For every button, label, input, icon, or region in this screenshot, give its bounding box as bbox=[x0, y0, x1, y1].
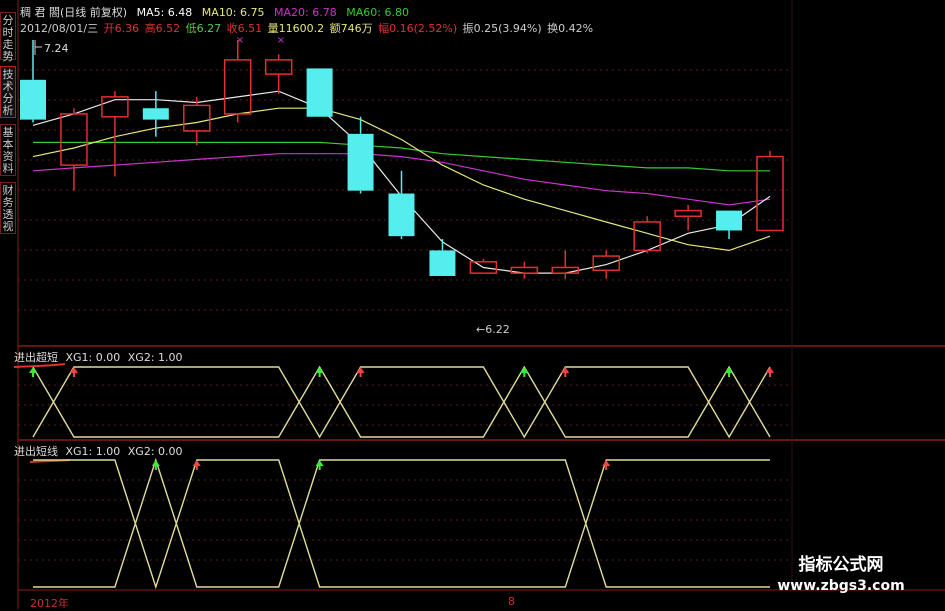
indicator1-sell-arrow-18 bbox=[766, 367, 774, 377]
indicator1-header: 进出超短 XG1: 0.00 XG2: 1.00 bbox=[14, 349, 183, 365]
candle-0 bbox=[20, 40, 46, 123]
candle-body-8 bbox=[347, 133, 374, 191]
logo-title: 指标公式网 bbox=[798, 555, 884, 575]
candle-body-9 bbox=[388, 193, 415, 237]
candle-18 bbox=[756, 150, 784, 232]
low-price-label: ←6.22 bbox=[476, 323, 510, 336]
indicator1-sell-arrow-8 bbox=[356, 367, 365, 377]
candle-11 bbox=[469, 258, 498, 274]
site-watermark-logo: 指标公式网 www.zbgs3.com bbox=[766, 550, 916, 606]
candle-7 bbox=[306, 68, 333, 117]
indicator2-lines bbox=[33, 457, 770, 590]
candle-body-17 bbox=[716, 210, 743, 231]
indicator1-buy-arrow-17 bbox=[725, 367, 734, 377]
candle-5 bbox=[223, 40, 252, 123]
candle-body-14 bbox=[592, 255, 620, 272]
indicator2-xg1-line bbox=[33, 457, 770, 588]
candle-17 bbox=[716, 210, 743, 240]
cross-mark-1: × bbox=[236, 35, 244, 46]
low-price-value: 6.22 bbox=[485, 323, 510, 336]
indicator1-sell-arrow-13 bbox=[561, 367, 570, 377]
indicator2-header: 进出短线 XG1: 1.00 XG2: 0.00 bbox=[14, 443, 183, 459]
indicator1-buy-arrow-12 bbox=[520, 367, 529, 377]
candle-8 bbox=[347, 116, 374, 194]
candle-body-13 bbox=[551, 266, 580, 274]
indicator1-lines bbox=[32, 365, 771, 439]
stock-chart-window: 分时走势 技术分析 基本资料 财务透视 稠 君 閤(日线 前复权) MA5: 6… bbox=[0, 0, 945, 610]
candle-body-4 bbox=[183, 104, 211, 132]
candle-16 bbox=[674, 204, 702, 231]
candle-body-3 bbox=[142, 108, 169, 120]
candle-body-5 bbox=[223, 59, 252, 115]
indicator2-xg2: XG2: 0.00 bbox=[127, 445, 183, 458]
indicator1-xg2-line bbox=[32, 366, 771, 439]
indicator1-title[interactable]: 进出超短 bbox=[14, 351, 58, 364]
candle-6 bbox=[264, 54, 293, 95]
indicator2-title[interactable]: 进出短线 bbox=[14, 445, 58, 458]
candle-12 bbox=[510, 261, 539, 279]
candle-body-16 bbox=[674, 209, 702, 218]
candle-body-7 bbox=[306, 68, 333, 117]
grid-lines bbox=[18, 69, 792, 561]
candle-13 bbox=[551, 250, 580, 279]
candle-body-6 bbox=[264, 59, 293, 75]
indicator1-buy-arrow-7 bbox=[315, 367, 324, 377]
candle-body-0 bbox=[20, 79, 46, 120]
indicator1-xg2: XG2: 1.00 bbox=[127, 351, 183, 364]
candle-2 bbox=[101, 91, 129, 177]
candle-15 bbox=[633, 216, 661, 254]
footer-month: 8 bbox=[508, 595, 515, 608]
high-price-label: 7.24 bbox=[44, 42, 69, 55]
logo-url: www.zbgs3.com bbox=[777, 578, 905, 594]
kline-chart[interactable]: × × 7.24 ←6.22 bbox=[0, 0, 945, 609]
candle-10 bbox=[429, 239, 456, 276]
indicator1-xg1: XG1: 0.00 bbox=[65, 351, 121, 364]
candle-body-18 bbox=[756, 155, 784, 232]
candle-body-10 bbox=[429, 250, 456, 276]
candlesticks bbox=[20, 40, 784, 279]
indicator1-xg1-line bbox=[32, 365, 771, 438]
candle-9 bbox=[388, 170, 415, 240]
indicator2-xg2-line bbox=[33, 459, 770, 590]
indicator2-xg1: XG1: 1.00 bbox=[65, 445, 121, 458]
indicator1-sell-arrow-1 bbox=[69, 367, 78, 377]
cross-mark-2: × bbox=[277, 35, 285, 46]
pane-borders bbox=[13, 0, 945, 609]
candle-body-1 bbox=[60, 113, 88, 166]
indicator1-buy-arrow-0 bbox=[29, 367, 37, 377]
